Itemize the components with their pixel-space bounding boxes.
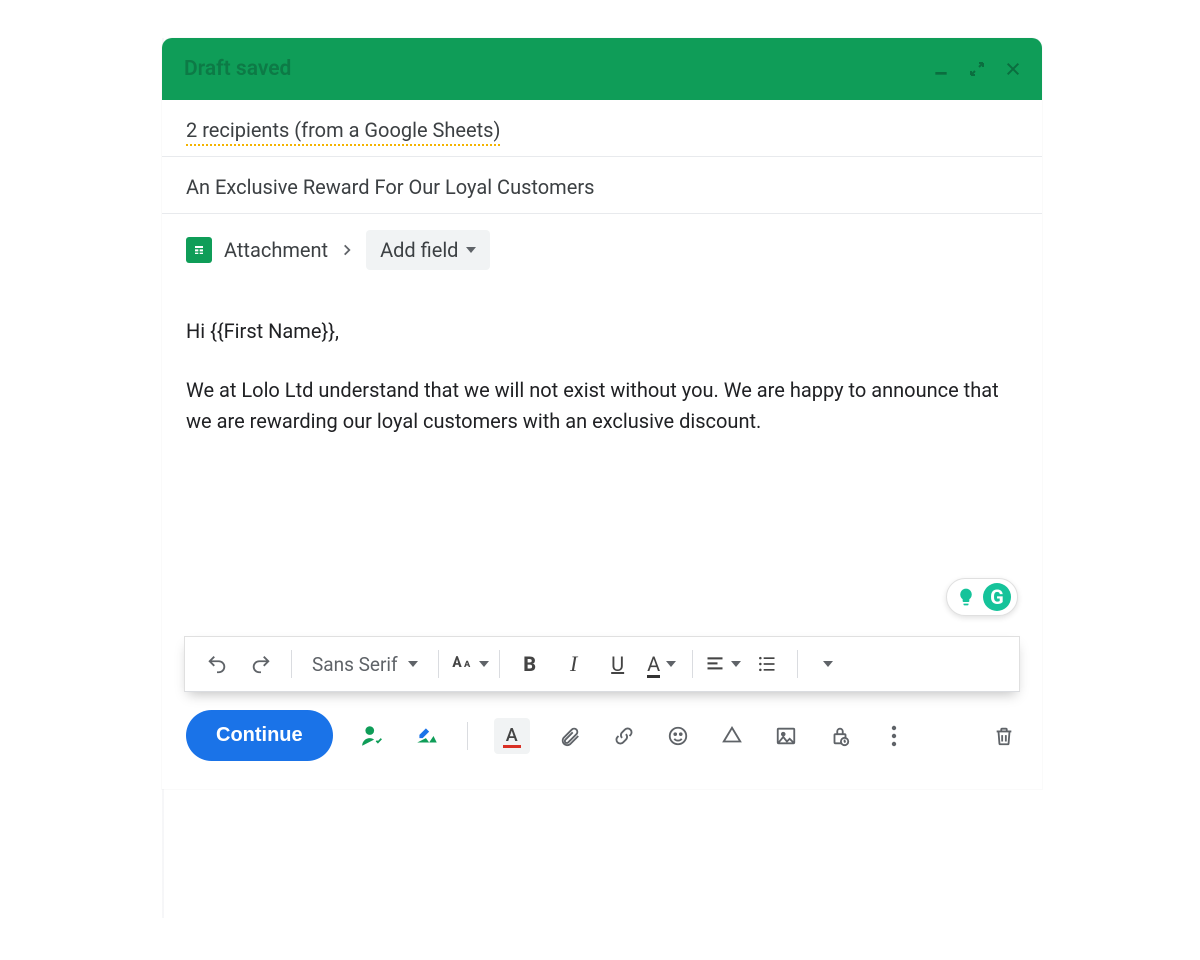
google-sheets-icon <box>186 237 212 263</box>
compose-header: Draft saved <box>162 38 1042 100</box>
attach-file-icon[interactable] <box>556 722 584 750</box>
formatting-options-button[interactable]: A <box>494 718 530 754</box>
chevron-right-icon <box>340 243 354 257</box>
font-family-label: Sans Serif <box>312 653 398 676</box>
caret-down-icon <box>823 661 833 667</box>
list-button[interactable] <box>747 644 787 684</box>
caret-down-icon <box>731 661 741 667</box>
grammarly-badge[interactable]: G <box>946 578 1018 616</box>
recipients-field[interactable]: 2 recipients (from a Google Sheets) <box>162 100 1042 157</box>
insert-link-icon[interactable] <box>610 722 638 750</box>
subject-text: An Exclusive Reward For Our Loyal Custom… <box>186 175 594 199</box>
separator <box>499 650 500 678</box>
redo-button[interactable] <box>241 644 281 684</box>
caret-down-icon <box>466 247 476 253</box>
insert-photo-icon[interactable] <box>772 722 800 750</box>
font-family-dropdown[interactable]: Sans Serif <box>302 644 428 684</box>
compose-window: Draft saved 2 recipients (from a Google … <box>162 38 1042 789</box>
person-check-icon[interactable] <box>359 722 387 750</box>
discard-draft-icon[interactable] <box>990 722 1018 750</box>
separator <box>797 650 798 678</box>
continue-button[interactable]: Continue <box>186 710 333 761</box>
caret-down-icon <box>666 661 676 667</box>
signature-icon[interactable] <box>413 722 441 750</box>
body-greeting: Hi {{First Name}}, <box>186 316 1018 347</box>
subject-field[interactable]: An Exclusive Reward For Our Loyal Custom… <box>162 157 1042 214</box>
separator <box>291 650 292 678</box>
email-body[interactable]: Hi {{First Name}}, We at Lolo Ltd unders… <box>162 286 1042 636</box>
draft-status-title: Draft saved <box>184 57 291 81</box>
attachment-label[interactable]: Attachment <box>224 238 328 262</box>
close-icon[interactable] <box>1002 58 1024 80</box>
text-color-button[interactable]: A <box>642 644 682 684</box>
add-field-button[interactable]: Add field <box>366 230 490 270</box>
grammarly-g-icon: G <box>983 583 1011 611</box>
undo-button[interactable] <box>197 644 237 684</box>
confidential-mode-icon[interactable] <box>826 722 854 750</box>
align-button[interactable] <box>703 644 743 684</box>
caret-down-icon <box>408 661 418 667</box>
more-formatting-button[interactable] <box>808 644 848 684</box>
body-paragraph: We at Lolo Ltd understand that we will n… <box>186 375 1018 437</box>
italic-button[interactable]: I <box>554 644 594 684</box>
insert-drive-icon[interactable] <box>718 722 746 750</box>
separator <box>467 722 468 750</box>
action-bar: Continue A <box>162 710 1042 789</box>
attachment-row: Attachment Add field <box>162 214 1042 286</box>
formatting-toolbar: Sans Serif B I U A <box>184 636 1020 692</box>
expand-icon[interactable] <box>966 58 988 80</box>
lightbulb-icon <box>955 586 977 608</box>
font-size-button[interactable] <box>449 644 489 684</box>
caret-down-icon <box>479 661 489 667</box>
emoji-icon[interactable] <box>664 722 692 750</box>
separator <box>692 650 693 678</box>
add-field-label: Add field <box>380 238 458 262</box>
bold-button[interactable]: B <box>510 644 550 684</box>
underline-button[interactable]: U <box>598 644 638 684</box>
recipients-summary: 2 recipients (from a Google Sheets) <box>186 118 500 146</box>
separator <box>438 650 439 678</box>
minimize-icon[interactable] <box>930 58 952 80</box>
more-options-icon[interactable] <box>880 722 908 750</box>
